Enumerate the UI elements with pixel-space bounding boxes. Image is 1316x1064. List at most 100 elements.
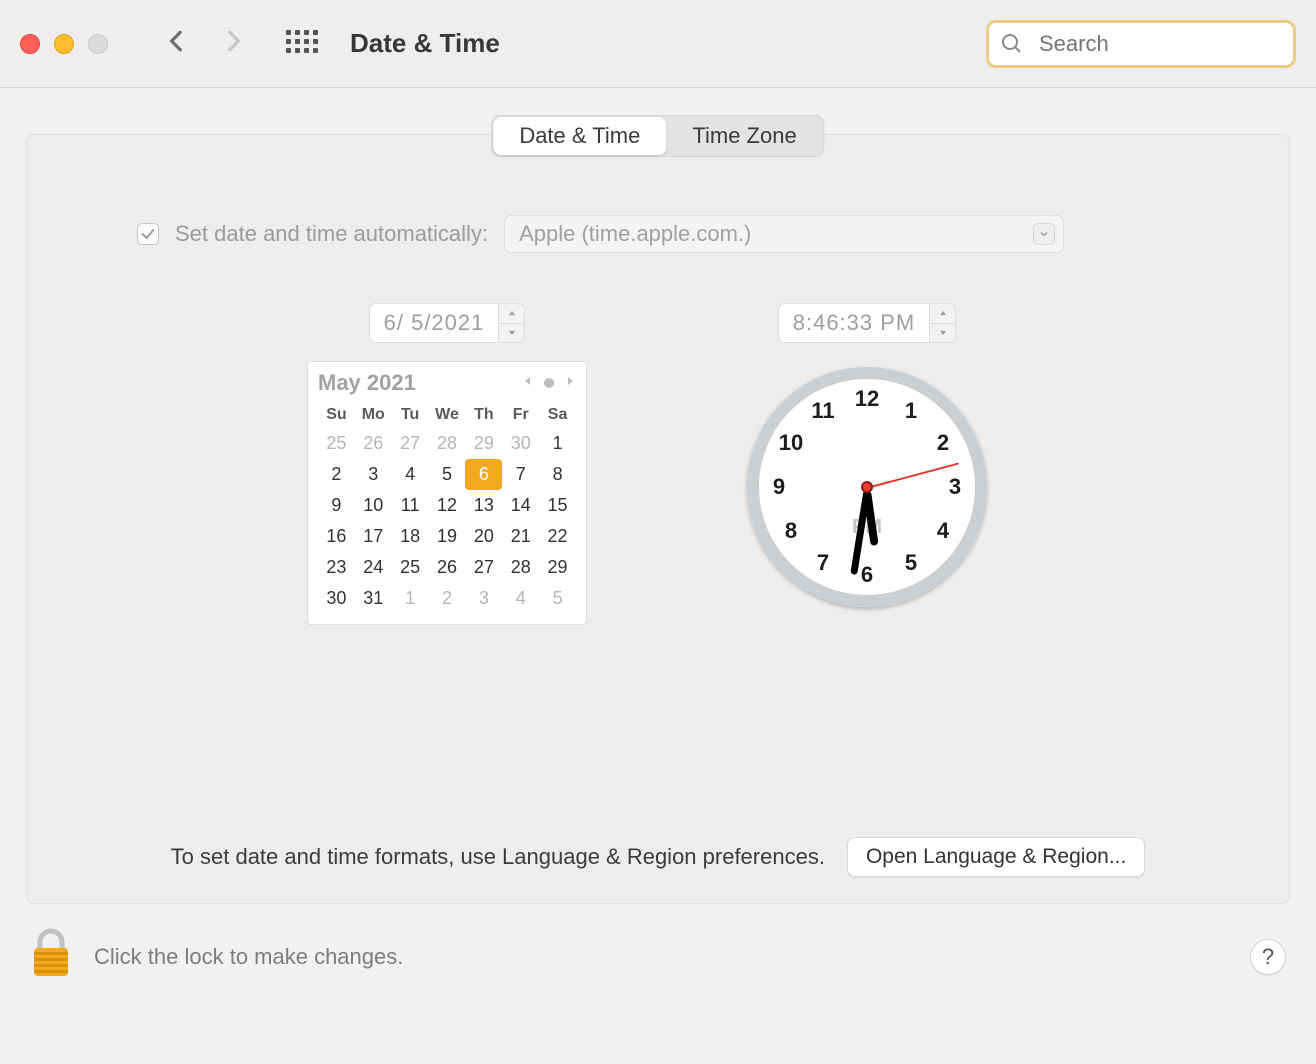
clock-number: 8: [785, 518, 797, 544]
calendar-day[interactable]: 3: [355, 459, 392, 490]
show-all-prefs-button[interactable]: [286, 30, 314, 58]
calendar-day-header: Fr: [502, 402, 539, 428]
calendar-day-header: Mo: [355, 402, 392, 428]
help-button[interactable]: ?: [1250, 939, 1286, 975]
calendar-day[interactable]: 19: [429, 521, 466, 552]
search-icon: [1000, 32, 1024, 56]
calendar-day[interactable]: 22: [539, 521, 576, 552]
format-footer: To set date and time formats, use Langua…: [27, 837, 1289, 877]
analog-clock: PM 121234567891011: [747, 367, 987, 607]
calendar-day-header: Sa: [539, 402, 576, 428]
calendar-day[interactable]: 5: [429, 459, 466, 490]
search-input[interactable]: [986, 20, 1296, 68]
calendar-day[interactable]: 25: [318, 428, 355, 459]
calendar-day[interactable]: 21: [502, 521, 539, 552]
calendar-day[interactable]: 14: [502, 490, 539, 521]
maximize-window-button[interactable]: [88, 34, 108, 54]
calendar-day[interactable]: 28: [502, 552, 539, 583]
open-language-region-button[interactable]: Open Language & Region...: [847, 837, 1145, 877]
date-step-down[interactable]: [499, 324, 524, 343]
back-button[interactable]: [164, 28, 190, 59]
calendar-day[interactable]: 30: [502, 428, 539, 459]
forward-button[interactable]: [220, 28, 246, 59]
auto-set-checkbox[interactable]: [137, 223, 159, 245]
nav-arrows: [164, 28, 246, 59]
calendar-day[interactable]: 3: [465, 583, 502, 614]
calendar-day[interactable]: 26: [355, 428, 392, 459]
clock-number: 11: [811, 398, 834, 424]
calendar-day[interactable]: 9: [318, 490, 355, 521]
clock-second-hand: [867, 462, 959, 489]
calendar-day[interactable]: 4: [392, 459, 429, 490]
clock-number: 6: [861, 562, 873, 588]
auto-set-row: Set date and time automatically: Apple (…: [97, 215, 1219, 253]
time-step-down[interactable]: [930, 324, 955, 343]
calendar-day[interactable]: 28: [429, 428, 466, 459]
format-hint: To set date and time formats, use Langua…: [171, 844, 825, 870]
calendar-day[interactable]: 20: [465, 521, 502, 552]
date-step-up[interactable]: [499, 304, 524, 324]
calendar-day-header: Tu: [392, 402, 429, 428]
lock-icon[interactable]: [30, 928, 72, 985]
search-wrap: [986, 20, 1296, 68]
calendar-day[interactable]: 8: [539, 459, 576, 490]
time-server-value: Apple (time.apple.com.): [519, 221, 751, 247]
minimize-window-button[interactable]: [54, 34, 74, 54]
clock-number: 1: [905, 398, 917, 424]
time-step-up[interactable]: [930, 304, 955, 324]
prefs-panel: Date & Time Time Zone Set date and time …: [26, 134, 1290, 904]
calendar-day[interactable]: 7: [502, 459, 539, 490]
time-server-select[interactable]: Apple (time.apple.com.): [504, 215, 1064, 253]
time-step-buttons: [929, 304, 955, 342]
calendar-day[interactable]: 13: [465, 490, 502, 521]
calendar-day[interactable]: 31: [355, 583, 392, 614]
clock-number: 9: [773, 474, 785, 500]
calendar-prev-month[interactable]: [522, 374, 534, 392]
calendar-today-button[interactable]: [544, 378, 554, 388]
calendar-day[interactable]: 4: [502, 583, 539, 614]
calendar-next-month[interactable]: [564, 374, 576, 392]
calendar-day[interactable]: 24: [355, 552, 392, 583]
calendar-day[interactable]: 1: [539, 428, 576, 459]
calendar-day[interactable]: 17: [355, 521, 392, 552]
calendar-day[interactable]: 11: [392, 490, 429, 521]
lock-message: Click the lock to make changes.: [94, 944, 403, 970]
calendar-day[interactable]: 25: [392, 552, 429, 583]
calendar-day[interactable]: 6: [465, 459, 502, 490]
calendar-day[interactable]: 5: [539, 583, 576, 614]
date-column: 6/ 5/2021 May 2021: [307, 303, 587, 625]
calendar-day[interactable]: 2: [318, 459, 355, 490]
time-stepper[interactable]: 8:46:33 PM: [778, 303, 957, 343]
clock-number: 7: [817, 550, 829, 576]
date-stepper[interactable]: 6/ 5/2021: [369, 303, 526, 343]
date-value: 6/ 5/2021: [370, 304, 499, 342]
close-window-button[interactable]: [20, 34, 40, 54]
tab-segmented-control: Date & Time Time Zone: [491, 115, 824, 157]
calendar-day[interactable]: 12: [429, 490, 466, 521]
calendar-month-label: May 2021: [318, 370, 416, 396]
calendar-day[interactable]: 30: [318, 583, 355, 614]
window-title: Date & Time: [350, 28, 500, 59]
calendar-day[interactable]: 15: [539, 490, 576, 521]
auto-set-label: Set date and time automatically:: [175, 221, 488, 247]
window-controls: [20, 34, 108, 54]
calendar-day[interactable]: 2: [429, 583, 466, 614]
tab-date-time[interactable]: Date & Time: [493, 117, 666, 155]
calendar-day[interactable]: 10: [355, 490, 392, 521]
calendar-day[interactable]: 18: [392, 521, 429, 552]
calendar-day-header: We: [429, 402, 466, 428]
clock-number: 3: [949, 474, 961, 500]
calendar-day[interactable]: 1: [392, 583, 429, 614]
calendar-day[interactable]: 23: [318, 552, 355, 583]
clock-number: 10: [779, 430, 803, 456]
calendar-day[interactable]: 27: [392, 428, 429, 459]
calendar-day[interactable]: 29: [465, 428, 502, 459]
lock-row: Click the lock to make changes. ?: [0, 904, 1316, 985]
calendar-day[interactable]: 26: [429, 552, 466, 583]
calendar-day[interactable]: 27: [465, 552, 502, 583]
calendar-day[interactable]: 29: [539, 552, 576, 583]
calendar-day[interactable]: 16: [318, 521, 355, 552]
tab-time-zone[interactable]: Time Zone: [666, 117, 822, 155]
time-value: 8:46:33 PM: [779, 304, 930, 342]
calendar: May 2021 SuMoTuWeThFrSa25262728293012345…: [307, 361, 587, 625]
